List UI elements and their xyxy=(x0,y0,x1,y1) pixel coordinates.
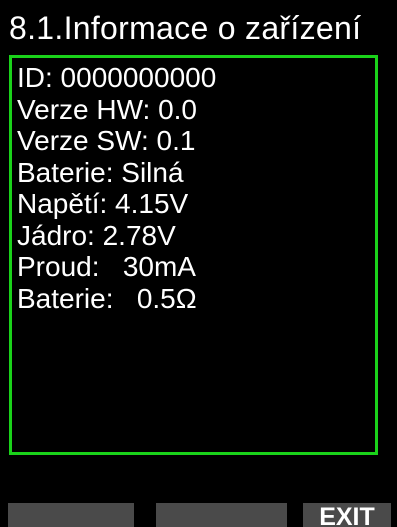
exit-button[interactable]: EXIT xyxy=(303,503,391,527)
info-row-core-voltage: Jádro: 2.78V xyxy=(17,219,176,251)
softkey-left-button[interactable] xyxy=(8,503,134,527)
info-row-current: Proud: 30mA xyxy=(17,251,196,282)
softkey-bar: EXIT xyxy=(0,503,397,527)
info-row-sw-version: Verze SW: 0.1 xyxy=(17,125,196,156)
page-title: 8.1.Informace o zařízení xyxy=(9,10,362,46)
info-row-battery-resistance: Baterie: 0.5Ω xyxy=(17,282,197,314)
info-row-hw-version: Verze HW: 0.0 xyxy=(17,93,198,125)
device-screen: 8.1.Informace o zařízení ID: 0000000000 … xyxy=(0,0,397,527)
info-row-battery-status: Baterie: Silná xyxy=(17,156,184,188)
info-row-id: ID: 0000000000 xyxy=(17,62,217,93)
softkey-center-button[interactable] xyxy=(156,503,287,527)
device-info-panel: ID: 0000000000 Verze HW: 0.0 Verze SW: 0… xyxy=(9,55,378,455)
info-row-voltage: Napětí: 4.15V xyxy=(17,188,189,219)
device-info-list: ID: 0000000000 Verze HW: 0.0 Verze SW: 0… xyxy=(17,62,216,314)
